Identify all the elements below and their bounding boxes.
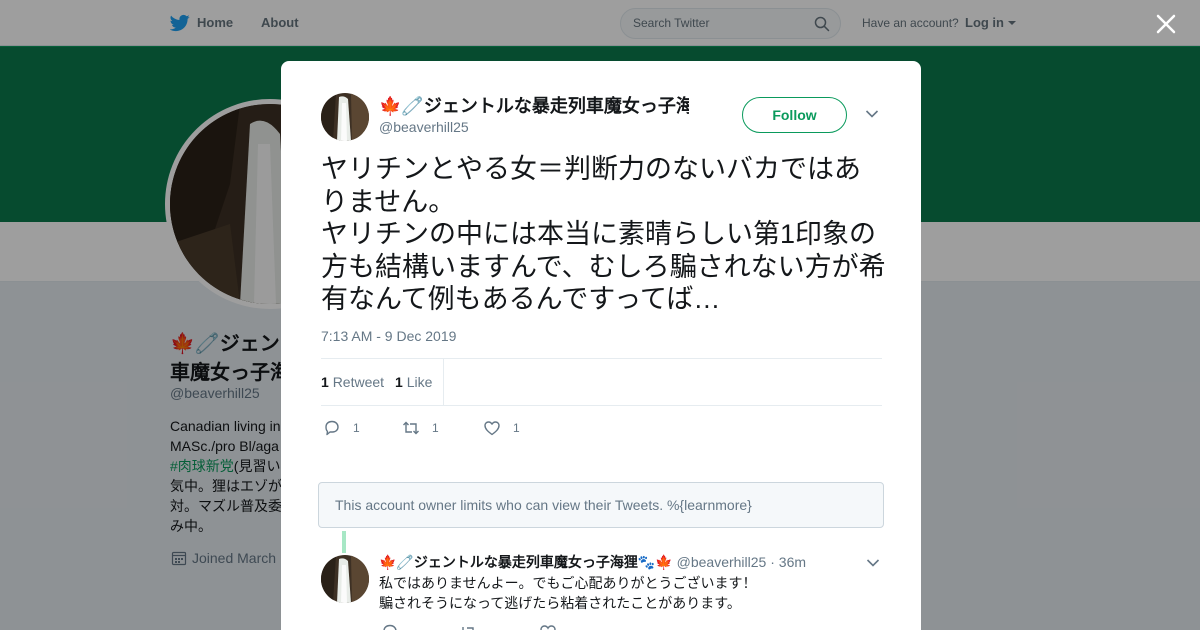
reply-text: 私ではありませんよー。でもご心配ありがとうございます！ 騙されそうになって逃げた… [379,573,879,613]
reply-author-handle[interactable]: @beaverhill25 [677,554,767,570]
reply-actions [379,621,599,630]
heart-icon [484,421,500,436]
tweet-modal: 🍁🧷ジェントルな暴走列車魔女っ子海狸🐾🍁 @beaverhill25 Follo… [281,61,921,630]
avatar-image [321,93,369,141]
like-action-count: 1 [513,421,520,435]
like-stat-label: Like [406,374,433,390]
avatar-image [321,555,369,603]
retweet-icon[interactable] [459,623,477,630]
tweet-timestamp[interactable]: 7:13 AM - 9 Dec 2019 [321,328,456,344]
reply-count: 1 [353,421,360,435]
reply-author-avatar[interactable] [321,555,369,603]
reply-text-line: 私ではありませんよー。でもご心配ありがとうございます！ [379,575,757,591]
tweet-stats: 1 Retweet 1 Like [321,358,882,406]
reply-time[interactable]: 36m [779,554,806,570]
thread-connector [342,531,346,553]
tweet-author-handle[interactable]: @beaverhill25 [379,119,469,135]
stat-divider [443,359,444,406]
like-action[interactable]: 1 [483,419,520,437]
chevron-down-icon[interactable] [866,558,880,568]
heart-icon[interactable] [539,623,557,630]
like-count: 1 [395,374,403,390]
protected-account-notice: This account owner limits who can view t… [318,482,884,528]
like-stat[interactable]: 1 Like [395,374,432,390]
retweet-icon [403,421,419,435]
follow-button[interactable]: Follow [742,97,847,133]
close-icon[interactable] [1156,14,1176,34]
tweet-author-name[interactable]: 🍁🧷ジェントルな暴走列車魔女っ子海狸🐾🍁 [379,92,689,118]
reply-separator: · [770,554,775,570]
chevron-down-icon[interactable] [865,109,879,119]
reply-text-line: 騙されそうになって逃げたら粘着されたことがあります。 [379,595,741,611]
reply-icon[interactable] [381,623,399,630]
tweet-text: ヤリチンとやる女＝判断力のないバカではありません。 ヤリチンの中には本当に素晴ら… [321,154,886,314]
reply-header: 🍁🧷ジェントルな暴走列車魔女っ子海狸🐾🍁 @beaverhill25 · 36m [379,552,806,572]
retweet-action-count: 1 [432,421,439,435]
reply-icon [325,420,339,436]
retweet-count: 1 [321,374,329,390]
reply-action[interactable]: 1 [323,419,360,437]
retweet-action[interactable]: 1 [402,419,439,437]
tweet-author-avatar[interactable] [321,93,369,141]
reply-author-name[interactable]: 🍁🧷ジェントルな暴走列車魔女っ子海狸🐾🍁 [379,554,673,570]
retweet-stat-label: Retweet [332,374,385,390]
retweet-stat[interactable]: 1 Retweet [321,374,384,390]
